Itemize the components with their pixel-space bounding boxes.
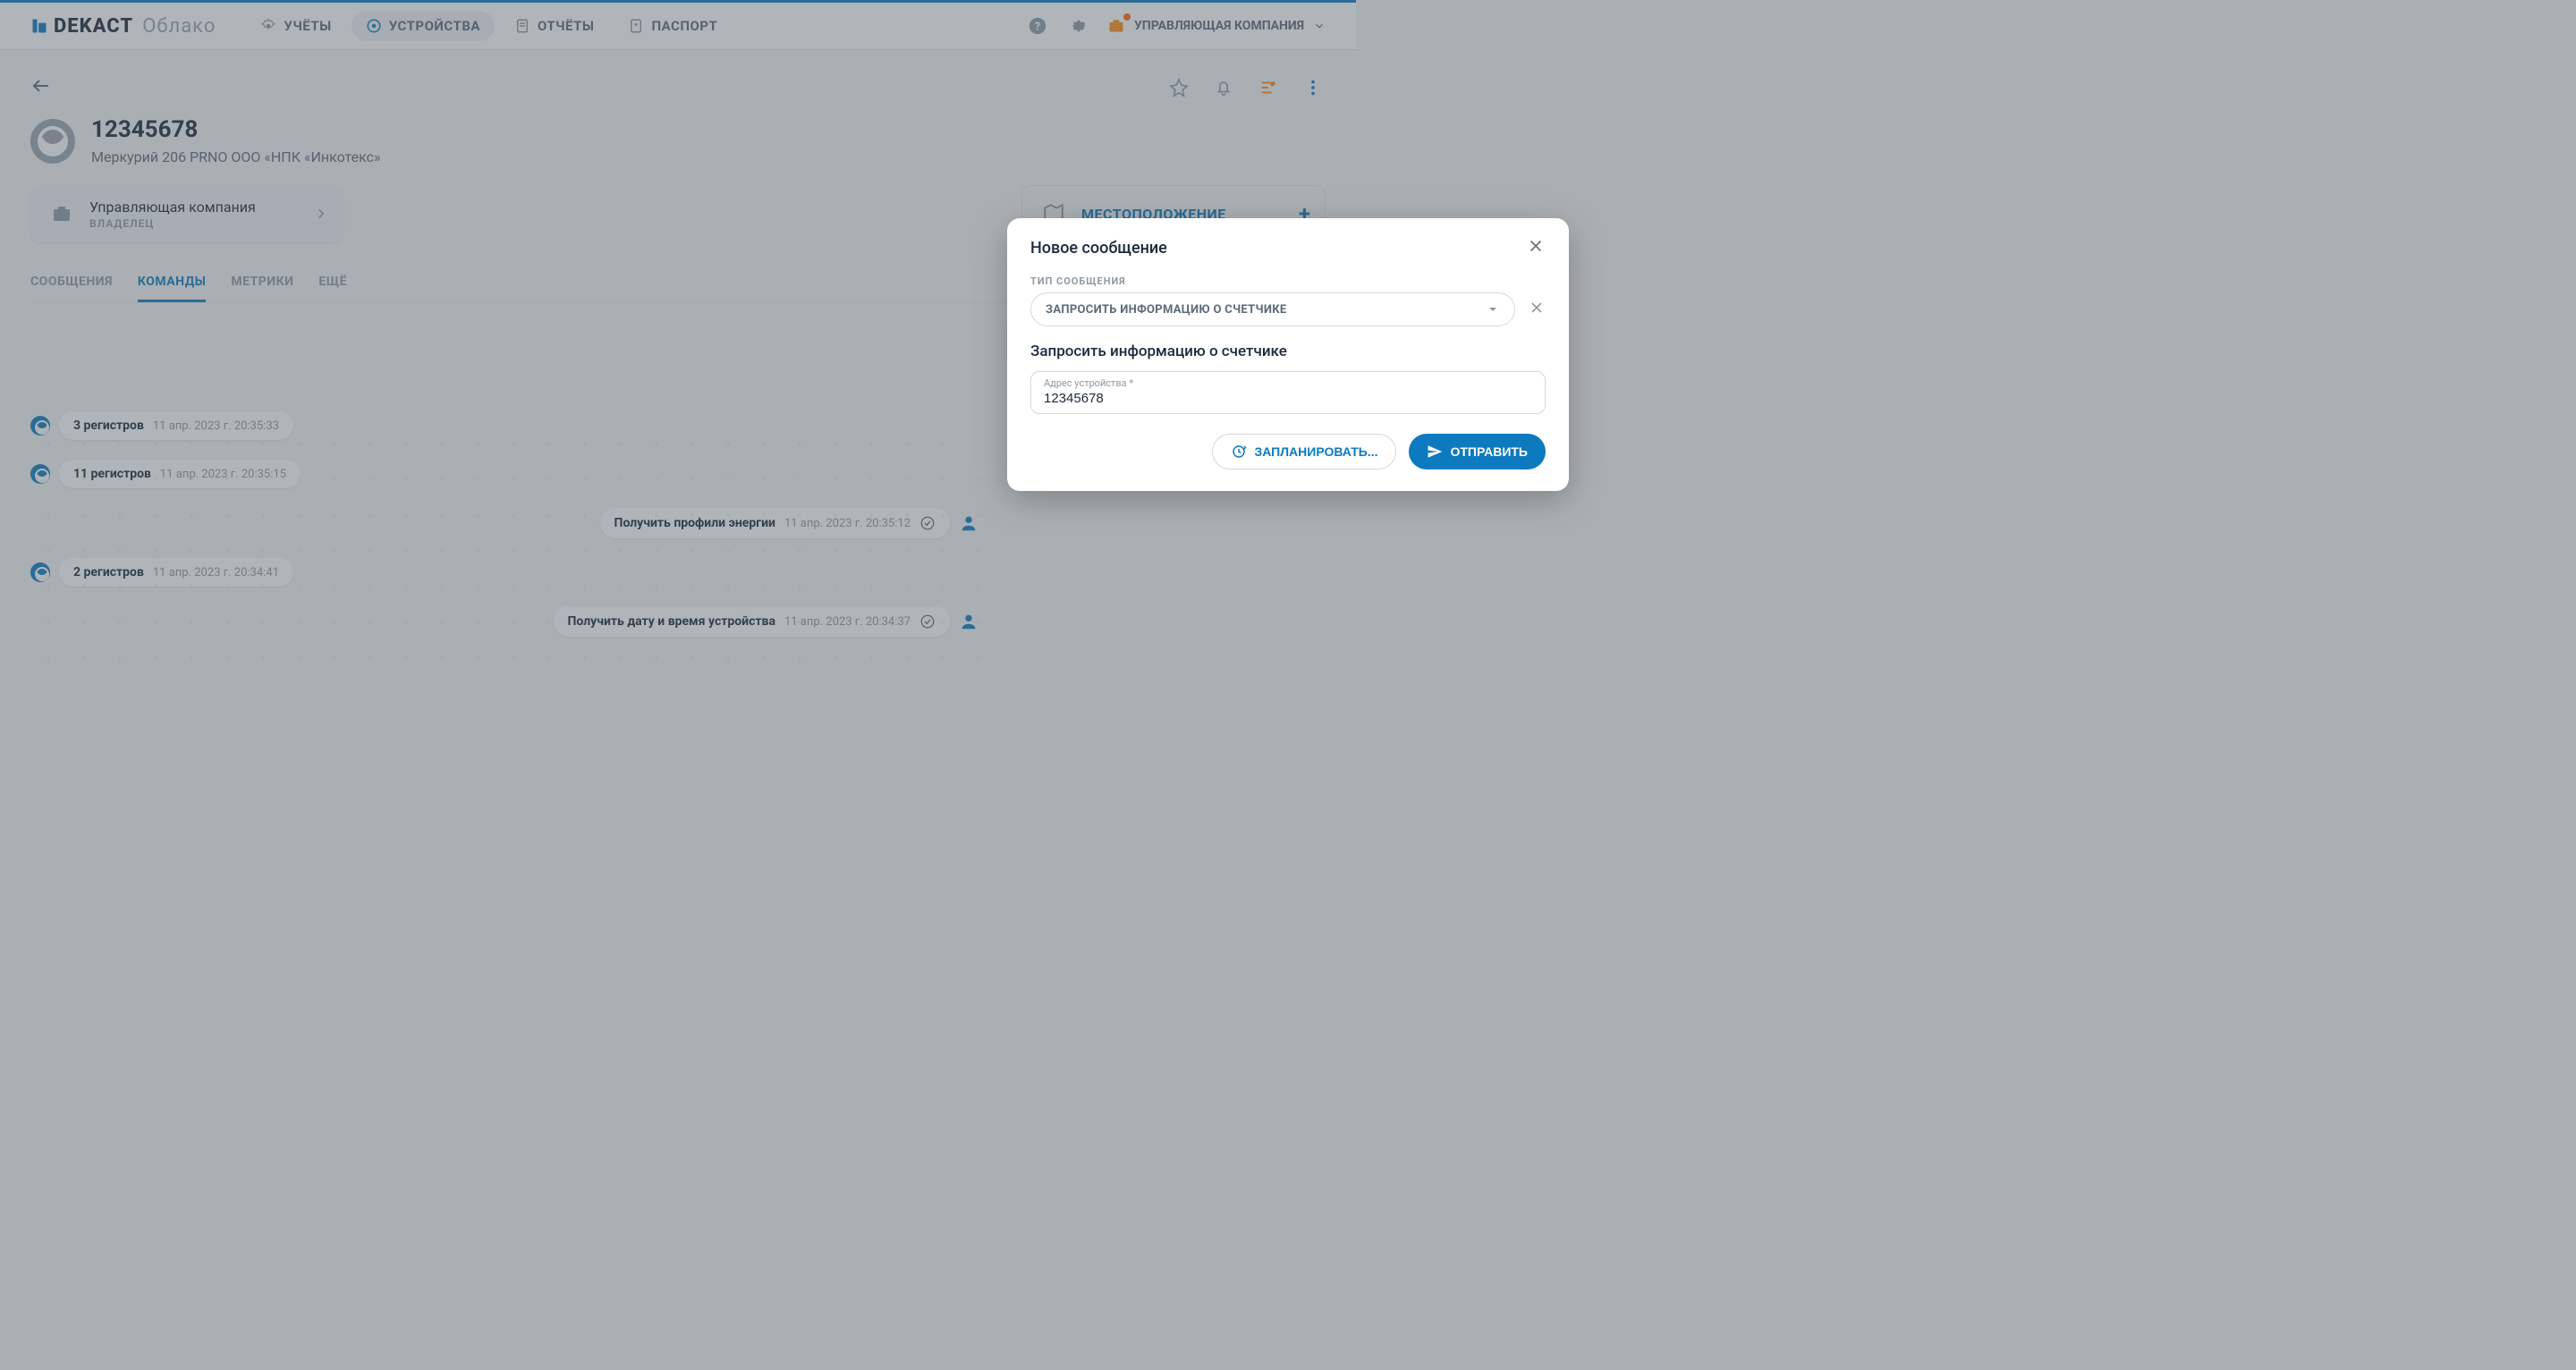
new-message-modal: Новое сообщение ТИП СООБЩЕНИЯ ЗАПРОСИТЬ …	[1007, 218, 1569, 491]
close-icon	[1528, 299, 1546, 317]
send-label: ОТПРАВИТЬ	[1450, 444, 1528, 459]
address-input-wrap[interactable]: Адрес устройства *	[1030, 371, 1546, 414]
modal-close-button[interactable]	[1526, 236, 1546, 259]
message-type-value: ЗАПРОСИТЬ ИНФОРМАЦИЮ О СЧЕТЧИКЕ	[1046, 303, 1287, 317]
schedule-label: ЗАПЛАНИРОВАТЬ...	[1254, 444, 1377, 459]
send-button[interactable]: ОТПРАВИТЬ	[1409, 434, 1546, 469]
send-icon	[1427, 444, 1443, 460]
address-label: Адрес устройства *	[1044, 377, 1532, 389]
close-icon	[1526, 236, 1546, 256]
address-input[interactable]	[1044, 389, 1532, 406]
schedule-button[interactable]: ЗАПЛАНИРОВАТЬ...	[1212, 434, 1396, 469]
message-type-select[interactable]: ЗАПРОСИТЬ ИНФОРМАЦИЮ О СЧЕТЧИКЕ	[1030, 292, 1515, 326]
dropdown-icon	[1486, 302, 1500, 317]
clear-type-button[interactable]	[1528, 299, 1546, 320]
schedule-icon	[1231, 444, 1247, 460]
modal-section-title: Запросить информацию о счетчике	[1030, 342, 1546, 360]
modal-overlay[interactable]: Новое сообщение ТИП СООБЩЕНИЯ ЗАПРОСИТЬ …	[0, 0, 2576, 1370]
message-type-label: ТИП СООБЩЕНИЯ	[1030, 275, 1546, 287]
modal-title: Новое сообщение	[1030, 239, 1167, 258]
